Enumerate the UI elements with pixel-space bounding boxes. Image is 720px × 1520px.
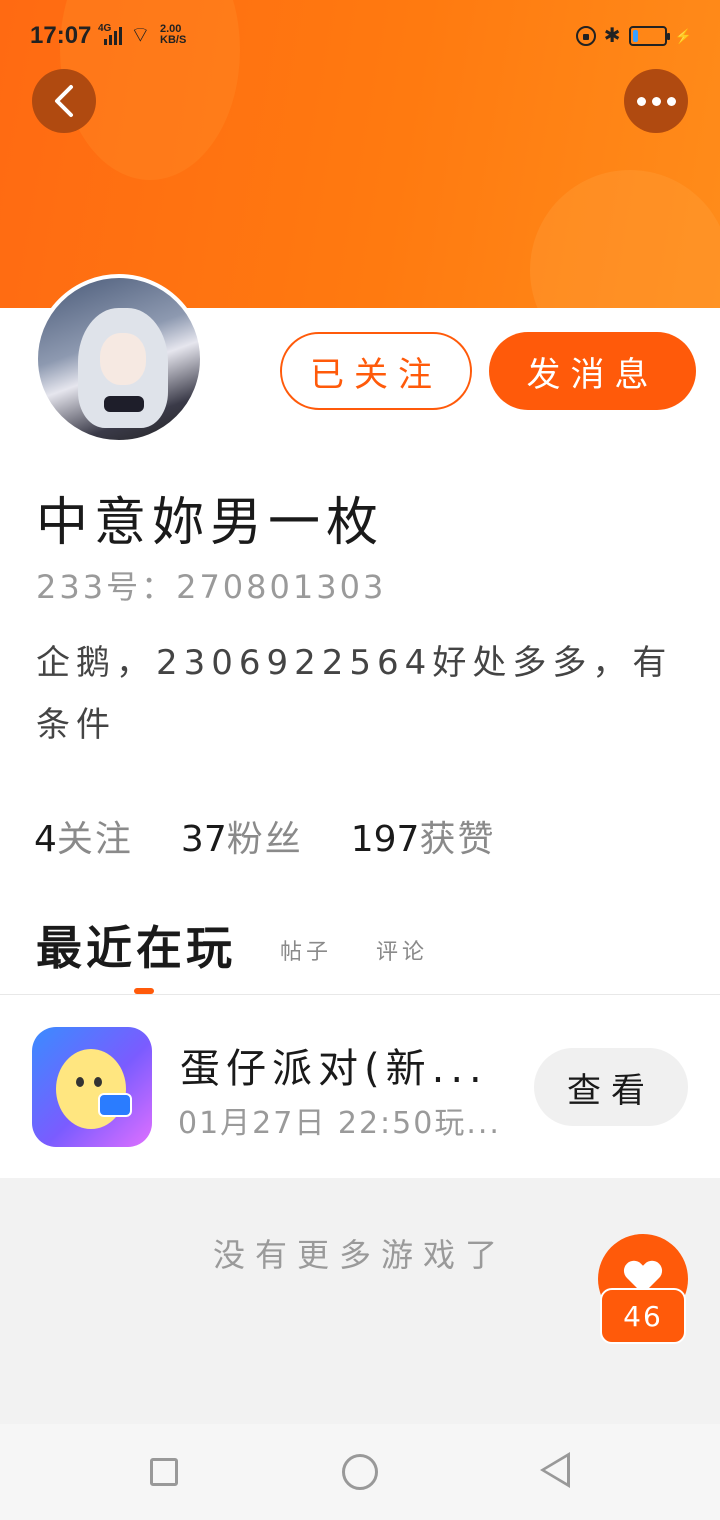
view-game-button[interactable]: 查看 — [534, 1048, 688, 1126]
signal-icon — [104, 27, 124, 45]
status-bar: 17:07 4G ⌔ 2.00 KB/S ✱ ⚡ — [0, 0, 720, 72]
like-count: 46 — [600, 1288, 686, 1344]
likes-count: 197 — [350, 819, 420, 860]
game-icon[interactable] — [32, 1027, 152, 1147]
more-dots-icon — [636, 96, 676, 106]
fans-stat[interactable]: 37粉丝 — [181, 810, 303, 862]
fans-label: 粉丝 — [226, 819, 303, 860]
system-nav-bar — [0, 1424, 720, 1520]
following-count: 4 — [34, 819, 57, 860]
bluetooth-icon: ✱ — [603, 25, 621, 47]
status-time: 17:07 — [30, 22, 92, 49]
home-button[interactable] — [342, 1454, 378, 1490]
speed-unit: KB/S — [160, 34, 187, 46]
like-button[interactable]: 46 — [598, 1234, 688, 1344]
charging-icon: ⚡ — [674, 28, 692, 44]
divider — [0, 994, 720, 995]
tab-recently-played[interactable]: 最近在玩 — [36, 912, 236, 978]
user-bio: 企鹅，2306922564好处多多，有条件 — [36, 643, 673, 745]
user-name: 中意妳男一枚 — [36, 493, 385, 553]
battery-icon — [628, 26, 670, 46]
system-back-button[interactable] — [540, 1452, 570, 1488]
likes-stat: 197获赞 — [351, 810, 496, 862]
profile-tabs: 最近在玩 帖子 评论 — [36, 912, 428, 978]
fans-count: 37 — [180, 819, 227, 860]
more-button[interactable] — [624, 69, 688, 133]
following-stat[interactable]: 4关注 — [34, 810, 133, 862]
back-button[interactable] — [32, 69, 96, 133]
network-speed: 2.00 KB/S — [160, 24, 186, 46]
recent-apps-button[interactable] — [150, 1458, 178, 1486]
game-played-time: 01月27日 22:50玩... — [178, 1106, 501, 1141]
send-message-button[interactable]: 发消息 — [489, 332, 696, 410]
following-label: 关注 — [56, 819, 133, 860]
tab-comments[interactable]: 评论 — [376, 934, 428, 966]
avatar[interactable] — [34, 274, 204, 444]
followed-button[interactable]: 已关注 — [280, 332, 472, 410]
user-id: 233号：270801303 — [36, 568, 387, 606]
user-stats: 4关注 37粉丝 197获赞 — [34, 810, 495, 862]
tab-posts[interactable]: 帖子 — [280, 934, 332, 966]
likes-label: 获赞 — [419, 819, 496, 860]
rotation-lock-icon — [575, 26, 596, 46]
chevron-left-icon — [55, 85, 73, 117]
header-decoration — [530, 170, 720, 308]
wifi-icon: ⌔ — [130, 22, 151, 47]
game-title[interactable]: 蛋仔派对(新... — [180, 1036, 490, 1094]
